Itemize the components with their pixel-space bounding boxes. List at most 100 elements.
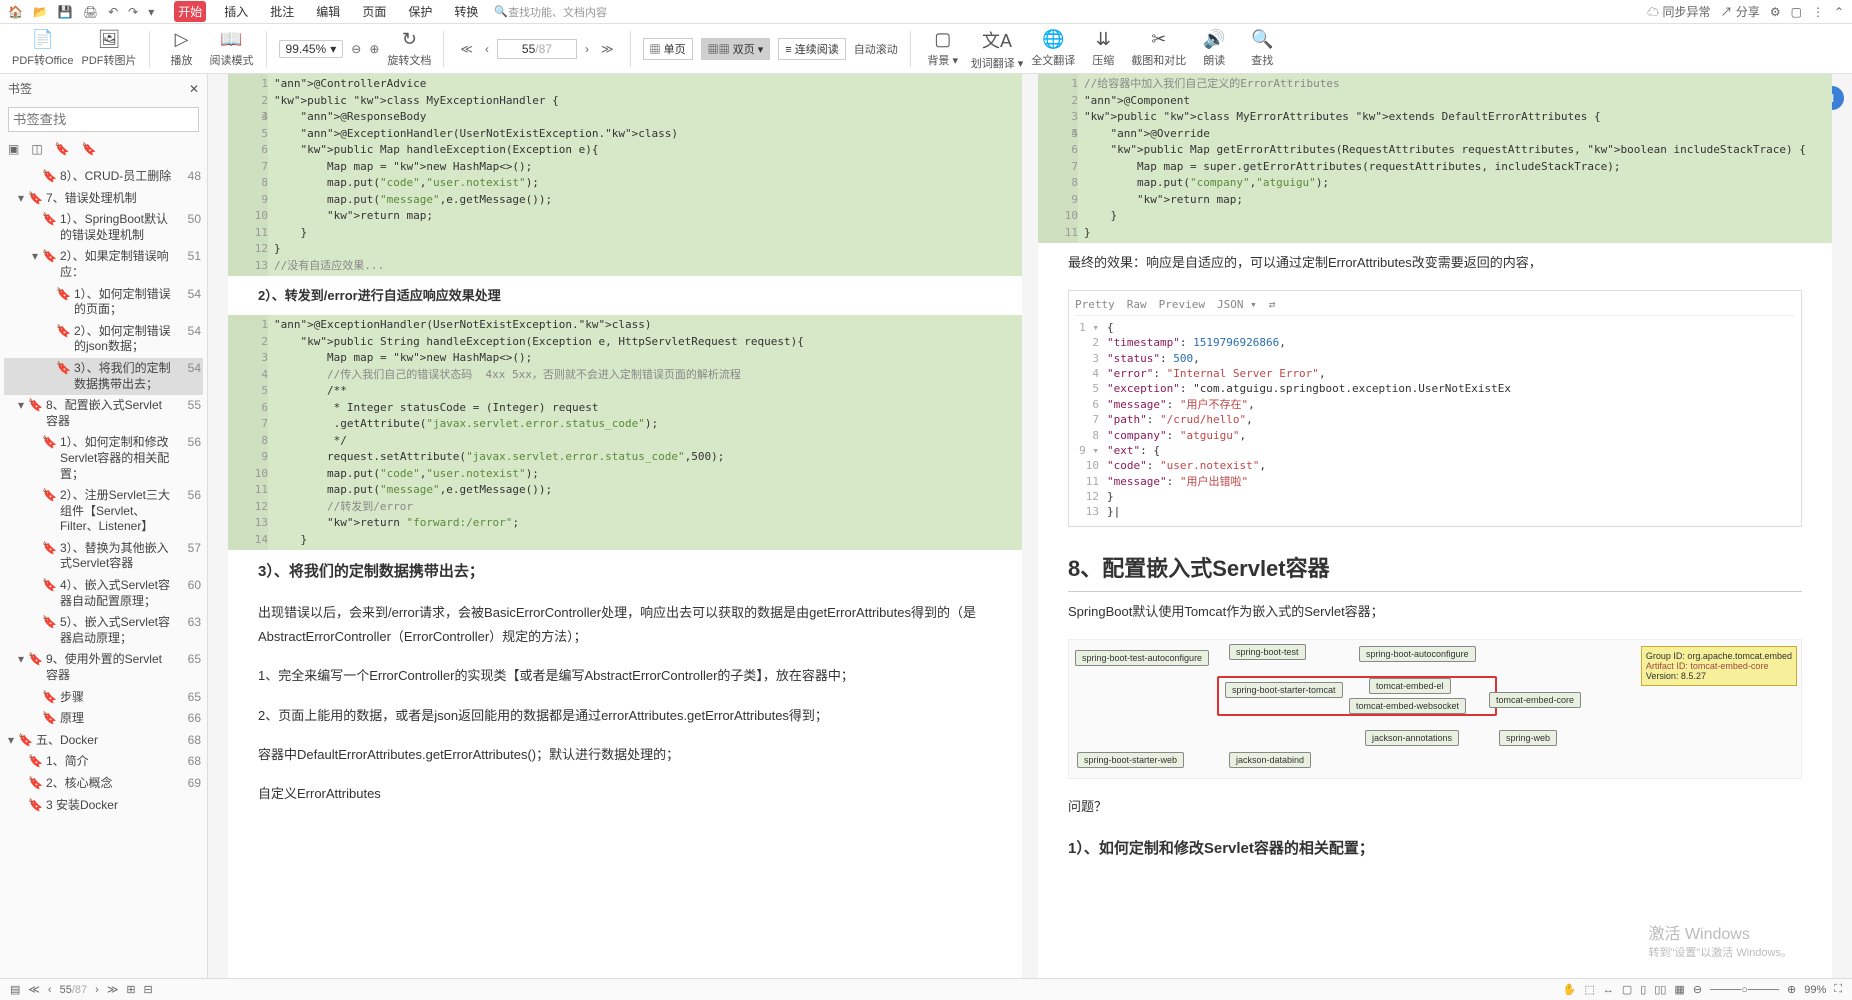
menu-start[interactable]: 开始 — [174, 1, 206, 22]
bookmark-item[interactable]: 🔖步骤65 — [4, 687, 203, 709]
zoom-in-status-icon[interactable]: ⊕ — [1787, 983, 1796, 996]
fit-width-icon[interactable]: ↔ — [1603, 984, 1614, 996]
bookmark-item[interactable]: ▾🔖五、Docker68 — [4, 730, 203, 752]
tab-raw[interactable]: Raw — [1127, 297, 1147, 312]
last-page-icon[interactable]: ≫ — [597, 42, 618, 56]
menu-dropdown-icon[interactable]: ▾ — [148, 5, 154, 19]
menu-convert[interactable]: 转换 — [450, 1, 482, 22]
hand-tool-icon[interactable]: ✋ — [1563, 983, 1577, 996]
tab-pretty[interactable]: Pretty — [1075, 297, 1115, 312]
home-icon[interactable]: 🏠 — [8, 5, 23, 19]
bookmark-search-input[interactable] — [8, 107, 199, 132]
tab-preview[interactable]: Preview — [1159, 297, 1205, 312]
fullscreen-icon[interactable]: ⛶ — [1834, 983, 1842, 996]
bookmark-tree[interactable]: 🔖8）、CRUD-员工删除48▾🔖7、错误处理机制🔖1）、SpringBoot默… — [0, 162, 207, 978]
tab-arrows-icon[interactable]: ⇄ — [1269, 297, 1276, 312]
single-page-button[interactable]: ▦ 单页 — [643, 38, 693, 60]
bookmark-item[interactable]: 🔖2）、如何定制错误的json数据；54 — [4, 321, 203, 358]
bookmark-item[interactable]: ▾🔖2）、如果定制错误响应：51 — [4, 246, 203, 283]
read-mode-button[interactable]: 📖阅读模式 — [210, 29, 254, 68]
bookmark-item[interactable]: 🔖1）、如何定制错误的页面；54 — [4, 284, 203, 321]
menu-protect[interactable]: 保护 — [404, 1, 436, 22]
single-view-icon[interactable]: ▯ — [1640, 983, 1646, 996]
redo-icon[interactable]: ↷ — [128, 5, 138, 19]
search-placeholder[interactable]: 查找功能、文档内容 — [508, 4, 607, 20]
cloud-sync-status[interactable]: ☁ 同步异常 — [1647, 3, 1710, 20]
status-first-icon[interactable]: ≪ — [28, 983, 40, 996]
diagram-box: spring-boot-starter-tomcat — [1225, 682, 1343, 698]
bookmark-icon[interactable]: 🔖 — [82, 142, 97, 156]
continuous-button[interactable]: ≡ 连续阅读 — [778, 38, 845, 60]
save-icon[interactable]: 💾 — [58, 5, 73, 19]
first-page-icon[interactable]: ≪ — [456, 42, 477, 56]
collapse-all-icon[interactable]: ◫ — [31, 142, 42, 156]
next-page-icon[interactable]: › — [581, 42, 593, 56]
bookmark-item[interactable]: ▾🔖9、使用外置的Servlet容器65 — [4, 649, 203, 686]
tab-json[interactable]: JSON ▾ — [1217, 297, 1257, 312]
expand-all-icon[interactable]: ▣ — [8, 142, 19, 156]
bookmark-item[interactable]: ▾🔖8、配置嵌入式Servlet容器55 — [4, 395, 203, 432]
fit-page-icon[interactable]: ▢ — [1622, 983, 1632, 996]
sidebar-close-icon[interactable]: ✕ — [189, 82, 199, 96]
word-translate-button[interactable]: 文A划词翻译 ▾ — [971, 27, 1024, 71]
background-button[interactable]: ▢背景 ▾ — [923, 29, 963, 68]
status-last-icon[interactable]: ≫ — [107, 983, 119, 996]
zoom-out-icon[interactable]: ⊖ — [351, 42, 361, 56]
bookmark-item[interactable]: 🔖5）、嵌入式Servlet容器启动原理；63 — [4, 612, 203, 649]
play-button[interactable]: ▷播放 — [162, 29, 202, 68]
sidebar-toggle-icon[interactable]: ▤ — [10, 983, 20, 996]
share-button[interactable]: ↗ 分享 — [1720, 3, 1759, 20]
auto-scroll-button[interactable]: 自动滚动 — [854, 41, 898, 57]
bookmark-item[interactable]: 🔖1）、SpringBoot默认的错误处理机制50 — [4, 209, 203, 246]
zoom-in-icon[interactable]: ⊕ — [369, 42, 379, 56]
status-zoom[interactable]: 99% — [1804, 984, 1826, 996]
find-button[interactable]: 🔍查找 — [1242, 29, 1282, 68]
menu-insert[interactable]: 插入 — [220, 1, 252, 22]
status-add-icon[interactable]: ⊞ — [126, 983, 135, 996]
bookmark-item[interactable]: 🔖1）、如何定制和修改Servlet容器的相关配置；56 — [4, 432, 203, 485]
heading-servlet-container: 8、配置嵌入式Servlet容器 — [1068, 535, 1802, 592]
settings-icon[interactable]: ⚙ — [1770, 5, 1781, 19]
bookmark-item[interactable]: 🔖2、核心概念69 — [4, 773, 203, 795]
double-view-icon[interactable]: ▯▯ — [1654, 983, 1666, 996]
bookmark-item[interactable]: ▾🔖7、错误处理机制 — [4, 188, 203, 210]
bookmark-item[interactable]: 🔖4）、嵌入式Servlet容器自动配置原理；60 — [4, 575, 203, 612]
window-icon[interactable]: ▢ — [1791, 5, 1802, 19]
rotate-button[interactable]: ↻旋转文档 — [387, 29, 431, 68]
menu-annotate[interactable]: 批注 — [266, 1, 298, 22]
open-icon[interactable]: 📂 — [33, 5, 48, 19]
pdf-to-office[interactable]: 📄PDF转Office — [12, 29, 74, 68]
prev-page-icon[interactable]: ‹ — [481, 42, 493, 56]
status-page[interactable]: 55/87 — [60, 984, 88, 996]
screenshot-button[interactable]: ✂截图和对比 — [1131, 29, 1186, 68]
bookmark-item[interactable]: 🔖原理66 — [4, 708, 203, 730]
expand-icon[interactable]: ⌃ — [1834, 5, 1844, 19]
bookmark-item[interactable]: 🔖3）、将我们的定制数据携带出去；54 — [4, 358, 203, 395]
full-translate-button[interactable]: 🌐全文翻译 — [1031, 29, 1075, 68]
pdf-to-image[interactable]: 🖼PDF转图片 — [82, 29, 137, 68]
status-remove-icon[interactable]: ⊟ — [144, 983, 153, 996]
bookmark-item[interactable]: 🔖1、简介68 — [4, 751, 203, 773]
print-icon[interactable]: 🖨 — [83, 5, 98, 19]
bookmark-item[interactable]: 🔖3 安装Docker — [4, 795, 203, 817]
bookmark-item[interactable]: 🔖3）、替换为其他嵌入式Servlet容器57 — [4, 538, 203, 575]
page-input[interactable]: 55/87 — [497, 39, 577, 59]
grid-view-icon[interactable]: ▦ — [1674, 983, 1684, 996]
bookmark-item[interactable]: 🔖8）、CRUD-员工删除48 — [4, 166, 203, 188]
read-aloud-button[interactable]: 🔊朗读 — [1194, 29, 1234, 68]
status-prev-icon[interactable]: ‹ — [48, 984, 52, 996]
dependency-diagram: spring-boot-test-autoconfigure spring-bo… — [1068, 639, 1802, 779]
bookmark-item[interactable]: 🔖2）、注册Servlet三大组件【Servlet、Filter、Listene… — [4, 485, 203, 538]
zoom-out-status-icon[interactable]: ⊖ — [1693, 983, 1702, 996]
zoom-slider[interactable]: ────○──── — [1710, 984, 1779, 996]
undo-icon[interactable]: ↶ — [108, 5, 118, 19]
add-bookmark-icon[interactable]: 🔖 — [55, 142, 70, 156]
status-next-icon[interactable]: › — [95, 984, 99, 996]
double-page-button[interactable]: ▦▦ 双页 ▾ — [701, 38, 771, 60]
menu-edit[interactable]: 编辑 — [312, 1, 344, 22]
select-tool-icon[interactable]: ⬚ — [1584, 983, 1594, 996]
zoom-level[interactable]: 99.45% ▾ — [279, 40, 344, 58]
more-icon[interactable]: ⋮ — [1812, 5, 1824, 19]
compress-button[interactable]: ⇊压缩 — [1083, 29, 1123, 68]
menu-page[interactable]: 页面 — [358, 1, 390, 22]
